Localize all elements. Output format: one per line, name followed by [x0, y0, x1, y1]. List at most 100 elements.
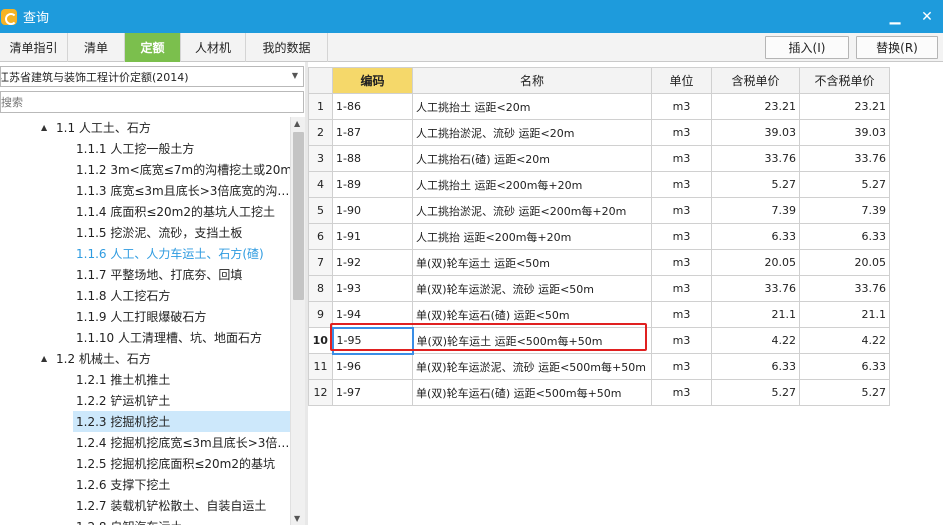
- table-row[interactable]: 11 1-96 单(双)轮车运淤泥、流砂 运距<500m每+50m m3 6.33 6.3…: [308, 353, 890, 380]
- grid-header-unit[interactable]: 单位: [651, 67, 712, 94]
- grid-cell-price-tax[interactable]: 23.21: [711, 93, 800, 120]
- grid-cell-unit[interactable]: m3: [651, 327, 712, 354]
- grid-header-code[interactable]: 编码: [332, 67, 413, 94]
- tree-item[interactable]: 1.1.10 人工清理槽、坑、地面石方: [73, 327, 290, 348]
- grid-cell-price-notax[interactable]: 5.27: [799, 171, 890, 198]
- table-row[interactable]: 4 1-89 人工挑抬土 运距<200m每+20m m3 5.27 5.27: [308, 171, 890, 198]
- table-row[interactable]: 1 1-86 人工挑抬土 运距<20m m3 23.21 23.21: [308, 93, 890, 120]
- grid-cell-price-tax[interactable]: 6.33: [711, 353, 800, 380]
- tree-item[interactable]: 1.2.6 支撑下挖土: [73, 474, 290, 495]
- chevron-down-icon[interactable]: ▼: [292, 71, 298, 80]
- grid-cell-name[interactable]: 人工挑抬土 运距<20m: [412, 93, 652, 120]
- grid-cell-unit[interactable]: m3: [651, 379, 712, 406]
- grid-cell-price-tax[interactable]: 5.27: [711, 379, 800, 406]
- grid-cell-rownum[interactable]: 11: [308, 353, 333, 380]
- table-row[interactable]: 9 1-94 单(双)轮车运石(碴) 运距<50m m3 21.1 21.1: [308, 301, 890, 328]
- grid-cell-rownum[interactable]: 5: [308, 197, 333, 224]
- grid-cell-rownum[interactable]: 7: [308, 249, 333, 276]
- grid-cell-price-tax[interactable]: 39.03: [711, 119, 800, 146]
- table-row[interactable]: 6 1-91 人工挑抬 运距<200m每+20m m3 6.33 6.33: [308, 223, 890, 250]
- tree-item[interactable]: 1.2.8 自卸汽车运土: [73, 516, 290, 525]
- tree-item[interactable]: 1.2.5 挖掘机挖底面积≤20m2的基坑: [73, 453, 290, 474]
- grid-cell-rownum[interactable]: 8: [308, 275, 333, 302]
- grid-cell-unit[interactable]: m3: [651, 197, 712, 224]
- grid-cell-unit[interactable]: m3: [651, 119, 712, 146]
- close-button[interactable]: ✕: [911, 0, 943, 33]
- tree-item[interactable]: 1.2.3 挖掘机挖土: [73, 411, 290, 432]
- grid-cell-price-tax[interactable]: 4.22: [711, 327, 800, 354]
- grid-cell-unit[interactable]: m3: [651, 93, 712, 120]
- grid-cell-price-notax[interactable]: 4.22: [799, 327, 890, 354]
- grid-cell-price-notax[interactable]: 21.1: [799, 301, 890, 328]
- minimize-button[interactable]: ▁: [879, 0, 911, 33]
- grid-cell-rownum[interactable]: 2: [308, 119, 333, 146]
- table-row[interactable]: 7 1-92 单(双)轮车运土 运距<50m m3 20.05 20.05: [308, 249, 890, 276]
- search-input[interactable]: [0, 91, 304, 113]
- grid-cell-unit[interactable]: m3: [651, 275, 712, 302]
- table-row[interactable]: 5 1-90 人工挑抬淤泥、流砂 运距<200m每+20m m3 7.39 7.39: [308, 197, 890, 224]
- grid-cell-code[interactable]: 1-96: [332, 353, 413, 380]
- grid-cell-name[interactable]: 单(双)轮车运土 运距<50m: [412, 249, 652, 276]
- insert-button[interactable]: 插入(I): [765, 36, 849, 59]
- grid-cell-unit[interactable]: m3: [651, 249, 712, 276]
- quota-library-select[interactable]: 江苏省建筑与装饰工程计价定额(2014) ▼: [0, 66, 304, 87]
- tree-item[interactable]: ▲ 1.2 机械土、石方: [0, 348, 290, 369]
- tree-item[interactable]: 1.1.8 人工挖石方: [73, 285, 290, 306]
- grid-cell-code[interactable]: 1-86: [332, 93, 413, 120]
- grid-cell-price-notax[interactable]: 23.21: [799, 93, 890, 120]
- grid-cell-name[interactable]: 单(双)轮车运淤泥、流砂 运距<50m: [412, 275, 652, 302]
- grid-cell-unit[interactable]: m3: [651, 301, 712, 328]
- grid-cell-code[interactable]: 1-95: [331, 326, 414, 355]
- scroll-up-icon[interactable]: ▲: [294, 119, 300, 128]
- grid-cell-rownum[interactable]: 9: [308, 301, 333, 328]
- table-row[interactable]: 10 1-95 单(双)轮车运土 运距<500m每+50m m3 4.22 4.22: [308, 326, 890, 355]
- grid-header-price-tax[interactable]: 含税单价: [711, 67, 800, 94]
- tree-item[interactable]: 1.2.1 推土机推土: [73, 369, 290, 390]
- grid-header-price-notax[interactable]: 不含税单价: [799, 67, 890, 94]
- grid-cell-price-tax[interactable]: 33.76: [711, 145, 800, 172]
- scroll-down-icon[interactable]: ▼: [294, 514, 300, 523]
- grid-cell-price-notax[interactable]: 33.76: [799, 145, 890, 172]
- grid-cell-price-notax[interactable]: 33.76: [799, 275, 890, 302]
- tab-bill-guide[interactable]: 清单指引: [0, 33, 68, 62]
- grid-cell-rownum[interactable]: 3: [308, 145, 333, 172]
- tree-item[interactable]: 1.1.9 人工打眼爆破石方: [73, 306, 290, 327]
- grid-cell-price-notax[interactable]: 20.05: [799, 249, 890, 276]
- grid-cell-name[interactable]: 单(双)轮车运石(碴) 运距<500m每+50m: [412, 379, 652, 406]
- grid-cell-code[interactable]: 1-90: [332, 197, 413, 224]
- grid-cell-rownum[interactable]: 6: [308, 223, 333, 250]
- grid-cell-rownum[interactable]: 10: [308, 327, 333, 354]
- table-row[interactable]: 8 1-93 单(双)轮车运淤泥、流砂 运距<50m m3 33.76 33.76: [308, 275, 890, 302]
- grid-cell-price-notax[interactable]: 5.27: [799, 379, 890, 406]
- grid-cell-name[interactable]: 人工挑抬 运距<200m每+20m: [412, 223, 652, 250]
- grid-cell-code[interactable]: 1-93: [332, 275, 413, 302]
- tree-item[interactable]: 1.1.1 人工挖一般土方: [73, 138, 290, 159]
- grid-cell-unit[interactable]: m3: [651, 171, 712, 198]
- grid-cell-code[interactable]: 1-87: [332, 119, 413, 146]
- grid-cell-rownum[interactable]: 1: [308, 93, 333, 120]
- table-row[interactable]: 2 1-87 人工挑抬淤泥、流砂 运距<20m m3 39.03 39.03: [308, 119, 890, 146]
- grid-cell-price-notax[interactable]: 6.33: [799, 223, 890, 250]
- tab-quota[interactable]: 定额: [125, 33, 181, 62]
- tree-expander-icon[interactable]: ▲: [41, 354, 47, 363]
- grid-cell-price-notax[interactable]: 39.03: [799, 119, 890, 146]
- grid-cell-unit[interactable]: m3: [651, 353, 712, 380]
- grid-cell-price-tax[interactable]: 6.33: [711, 223, 800, 250]
- tree-item[interactable]: 1.2.2 铲运机铲土: [73, 390, 290, 411]
- grid-cell-rownum[interactable]: 12: [308, 379, 333, 406]
- grid-cell-name[interactable]: 人工挑抬土 运距<200m每+20m: [412, 171, 652, 198]
- tab-bill[interactable]: 清单: [68, 33, 125, 62]
- tree-scrollbar[interactable]: ▲ ▼: [290, 117, 305, 525]
- tree-item[interactable]: 1.1.6 人工、人力车运土、石方(碴): [73, 243, 290, 264]
- grid-cell-code[interactable]: 1-91: [332, 223, 413, 250]
- scroll-thumb[interactable]: [293, 132, 304, 300]
- grid-cell-code[interactable]: 1-92: [332, 249, 413, 276]
- tree-item[interactable]: 1.1.2 3m<底宽≤7m的沟槽挖土或20m2…: [73, 159, 290, 180]
- grid-cell-name[interactable]: 人工挑抬淤泥、流砂 运距<200m每+20m: [412, 197, 652, 224]
- grid-cell-price-tax[interactable]: 7.39: [711, 197, 800, 224]
- grid-cell-name[interactable]: 单(双)轮车运淤泥、流砂 运距<500m每+50m: [412, 353, 652, 380]
- tree-item[interactable]: 1.1.3 底宽≤3m且底长>3倍底宽的沟…: [73, 180, 290, 201]
- grid-cell-price-tax[interactable]: 20.05: [711, 249, 800, 276]
- tree-item[interactable]: 1.2.4 挖掘机挖底宽≤3m且底长>3倍…: [73, 432, 290, 453]
- tab-my-data[interactable]: 我的数据: [246, 33, 328, 62]
